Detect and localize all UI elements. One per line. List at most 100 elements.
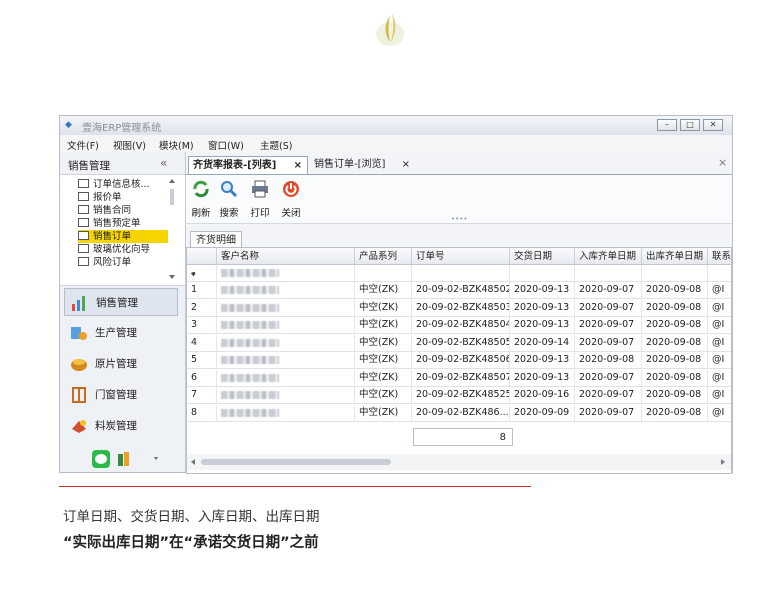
table-row[interactable]: 7 中空(ZK) 20-09-02-BZK48525 2020-09-16 2020-0… <box>187 387 731 404</box>
table-cell[interactable]: 2020-09-08 <box>575 352 642 368</box>
table-cell[interactable]: @I <box>708 405 731 421</box>
table-cell[interactable]: 2020-09-08 <box>642 387 708 403</box>
table-cell[interactable]: 8 <box>187 404 217 421</box>
column-header[interactable]: 入库齐单日期 <box>575 248 642 265</box>
table-cell[interactable]: 2020-09-07 <box>575 299 642 316</box>
table-cell[interactable]: 5 <box>187 352 217 368</box>
horizontal-scrollbar[interactable] <box>187 454 731 470</box>
table-cell[interactable]: 20-09-02-BZK48525 <box>412 387 510 403</box>
menu-view[interactable]: 视图(V) <box>113 138 146 152</box>
customer-name-cell[interactable] <box>217 282 355 298</box>
table-cell[interactable]: 20-09-02-BZK486... <box>412 404 510 421</box>
tree-scrollbar[interactable] <box>168 177 176 281</box>
filter-cell[interactable] <box>575 265 642 281</box>
table-cell[interactable]: @I <box>708 370 731 386</box>
table-cell[interactable]: 中空(ZK) <box>355 334 412 351</box>
column-header[interactable]: 客户名称 <box>217 248 355 265</box>
tree-item[interactable]: 订单信息核... <box>78 178 168 191</box>
table-cell[interactable]: 中空(ZK) <box>355 282 412 298</box>
table-cell[interactable]: 2020-09-13 <box>510 369 575 386</box>
close-tab-icon[interactable]: × <box>294 157 302 175</box>
table-cell[interactable]: 2020-09-07 <box>575 317 642 333</box>
table-cell[interactable]: 中空(ZK) <box>355 317 412 333</box>
table-cell[interactable]: 6 <box>187 369 217 386</box>
refresh-button[interactable]: 刷新 <box>186 178 216 220</box>
table-cell[interactable]: 20-09-02-BZK48505 <box>412 334 510 351</box>
table-row[interactable]: 3 中空(ZK) 20-09-02-BZK48504 2020-09-13 2020-0… <box>187 317 731 334</box>
column-header[interactable]: 交货日期 <box>510 248 575 265</box>
table-cell[interactable]: @I <box>708 335 731 351</box>
customer-name-cell[interactable] <box>217 299 355 316</box>
column-header[interactable]: 出库齐单日期 <box>642 248 708 265</box>
table-cell[interactable]: 2020-09-07 <box>575 334 642 351</box>
tree-item[interactable]: 销售合同 <box>78 204 168 217</box>
tree-item[interactable]: 报价单 <box>78 191 168 204</box>
table-cell[interactable]: 7 <box>187 387 217 403</box>
nav-production[interactable]: 生产管理 <box>64 319 178 347</box>
table-cell[interactable]: 中空(ZK) <box>355 299 412 316</box>
table-cell[interactable]: @I <box>708 300 731 316</box>
column-header[interactable]: 产品系列 <box>355 248 412 265</box>
tree-item-selected[interactable]: 销售订单 <box>78 230 168 243</box>
customer-name-cell[interactable] <box>217 352 355 368</box>
maximize-button[interactable]: □ <box>680 119 700 131</box>
table-cell[interactable]: @I <box>708 282 731 298</box>
nav-doors-windows[interactable]: 门窗管理 <box>64 381 178 409</box>
filter-cell[interactable] <box>642 265 708 281</box>
filter-cell[interactable] <box>355 265 412 281</box>
table-cell[interactable]: 2020-09-08 <box>642 334 708 351</box>
nav-sales[interactable]: 销售管理 <box>64 288 178 316</box>
table-cell[interactable]: @I <box>708 387 731 403</box>
collapse-panel-icon[interactable]: « <box>160 156 167 170</box>
table-cell[interactable]: 2020-09-13 <box>510 352 575 368</box>
minimize-button[interactable]: – <box>657 119 677 131</box>
menu-module[interactable]: 模块(M) <box>159 138 194 152</box>
customer-name-cell[interactable] <box>217 387 355 403</box>
menu-window[interactable]: 窗口(W) <box>208 138 244 152</box>
customer-name-cell[interactable] <box>217 369 355 386</box>
table-cell[interactable]: 2020-09-08 <box>642 282 708 298</box>
table-cell[interactable]: 2 <box>187 299 217 316</box>
table-cell[interactable]: 2020-09-13 <box>510 282 575 298</box>
table-cell[interactable]: 2020-09-13 <box>510 299 575 316</box>
table-cell[interactable]: 2020-09-07 <box>575 282 642 298</box>
table-cell[interactable]: 中空(ZK) <box>355 387 412 403</box>
panel-footer-icons[interactable] <box>92 450 162 468</box>
tab-sales-order[interactable]: 销售订单-[浏览] × <box>310 156 414 174</box>
close-tab-icon[interactable]: × <box>402 156 410 174</box>
table-cell[interactable]: 2020-09-14 <box>510 334 575 351</box>
tree-item[interactable]: 玻璃优化向导 <box>78 243 168 256</box>
table-cell[interactable]: 3 <box>187 317 217 333</box>
close-all-tabs-icon[interactable]: × <box>718 156 727 169</box>
nav-raw-glass[interactable]: 原片管理 <box>64 350 178 378</box>
table-cell[interactable]: 2020-09-08 <box>642 369 708 386</box>
close-window-button[interactable]: ✕ <box>703 119 723 131</box>
title-bar[interactable]: ◆ 壹海ERP管理系统 – □ ✕ <box>60 116 732 136</box>
filter-cell[interactable] <box>412 265 510 281</box>
table-cell[interactable]: 2020-09-08 <box>642 352 708 368</box>
table-cell[interactable]: @I <box>708 317 731 333</box>
table-cell[interactable]: 2020-09-08 <box>642 317 708 333</box>
menu-file[interactable]: 文件(F) <box>67 138 99 152</box>
table-cell[interactable]: 2020-09-16 <box>510 387 575 403</box>
table-cell[interactable]: 20-09-02-BZK48507 <box>412 369 510 386</box>
table-cell[interactable]: 2020-09-08 <box>642 299 708 316</box>
table-cell[interactable]: 2020-09-09 <box>510 404 575 421</box>
table-cell[interactable]: 20-09-02-BZK48502 <box>412 282 510 298</box>
table-cell[interactable]: @I <box>708 352 731 368</box>
table-cell[interactable]: 2020-09-13 <box>510 317 575 333</box>
table-cell[interactable]: 中空(ZK) <box>355 352 412 368</box>
column-header[interactable]: 联系 <box>708 248 731 265</box>
filter-cell[interactable] <box>510 265 575 281</box>
table-row[interactable]: 5 中空(ZK) 20-09-02-BZK48506 2020-09-13 2020-0… <box>187 352 731 369</box>
search-button[interactable]: 搜索 <box>214 178 244 220</box>
table-row[interactable]: 8 中空(ZK) 20-09-02-BZK486... 2020-09-09 2020-… <box>187 404 731 422</box>
filter-cell[interactable] <box>217 265 355 281</box>
customer-name-cell[interactable] <box>217 334 355 351</box>
table-cell[interactable]: 4 <box>187 334 217 351</box>
table-row[interactable]: 2 中空(ZK) 20-09-02-BZK48503 2020-09-13 2020-0… <box>187 299 731 317</box>
table-cell[interactable]: 20-09-02-BZK48503 <box>412 299 510 316</box>
close-button[interactable]: 关闭 <box>276 178 306 220</box>
tab-stock-report[interactable]: 齐货率报表-[列表] × <box>188 156 308 174</box>
table-cell[interactable]: 2020-09-07 <box>575 404 642 421</box>
